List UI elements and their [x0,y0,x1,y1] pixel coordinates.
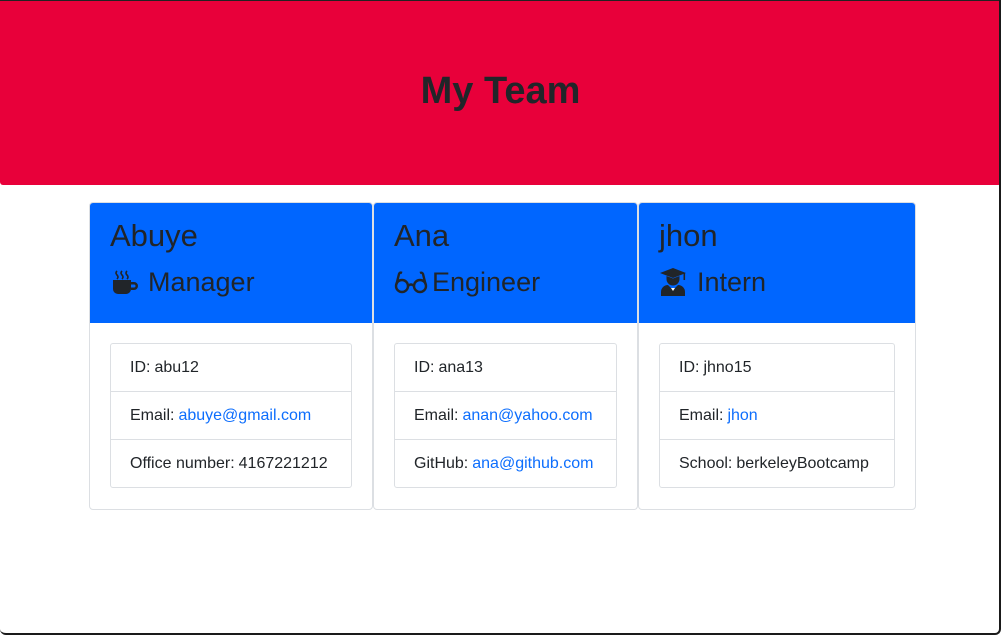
id-value: jhno15 [703,358,752,376]
employee-role-label: Manager [148,267,255,297]
list-item-id: ID: ana13 [395,344,616,392]
github-link[interactable]: ana@github.com [472,455,593,473]
email-link[interactable]: abuye@gmail.com [178,407,311,425]
page: My Team Abuye Manager ID: abu12 Email: a… [0,0,1001,635]
mug-hot-icon [110,267,140,297]
email-label: Email: [130,406,175,424]
page-title: My Team [420,70,581,112]
list-item-id: ID: abu12 [111,344,351,392]
list-item-email: Email: abuye@gmail.com [111,392,351,440]
list-item-email: Email: jhon [660,392,894,440]
employee-role: Intern [659,265,766,299]
school-value: berkeleyBootcamp [736,454,869,472]
employee-name: Ana [394,218,450,253]
github-label: GitHub: [414,454,469,472]
glasses-icon [394,267,428,297]
employee-role-label: Intern [697,267,767,297]
employee-card-intern: jhon Intern ID: jhno15 Email: jhon Schoo… [638,202,916,510]
id-value: abu12 [154,358,199,376]
employee-name: jhon [659,218,718,253]
employee-role: Manager [110,265,255,299]
email-link[interactable]: anan@yahoo.com [462,407,592,425]
employee-details-list: ID: jhno15 Email: jhon School: berkeleyB… [659,343,895,488]
office-number-label: Office number: [130,454,235,472]
employee-card-engineer: Ana Engineer ID: ana13 Email: anan@yahoo… [373,202,638,510]
list-item-github: GitHub: ana@github.com [395,440,616,487]
card-header: Abuye Manager [90,203,372,323]
id-label: ID: [414,358,435,376]
card-header: jhon Intern [639,203,915,323]
employee-card-manager: Abuye Manager ID: abu12 Email: abuye@gma… [89,202,373,510]
email-label: Email: [414,406,459,424]
card-header: Ana Engineer [374,203,637,323]
hero-banner: My Team [0,0,999,185]
email-link[interactable]: jhon [727,407,757,425]
id-value: ana13 [438,358,483,376]
list-item-id: ID: jhno15 [660,344,894,392]
list-item-office-number: Office number: 4167221212 [111,440,351,487]
email-label: Email: [679,406,724,424]
employee-details-list: ID: abu12 Email: abuye@gmail.com Office … [110,343,352,488]
employee-role-label: Engineer [432,267,541,297]
employee-name: Abuye [110,218,198,253]
office-number-value: 4167221212 [238,454,328,472]
school-label: School: [679,454,733,472]
list-item-email: Email: anan@yahoo.com [395,392,616,440]
list-item-school: School: berkeleyBootcamp [660,440,894,487]
id-label: ID: [130,358,151,376]
employee-role: Engineer [394,265,540,299]
employee-details-list: ID: ana13 Email: anan@yahoo.com GitHub: … [394,343,617,488]
id-label: ID: [679,358,700,376]
user-graduate-icon [659,267,689,297]
